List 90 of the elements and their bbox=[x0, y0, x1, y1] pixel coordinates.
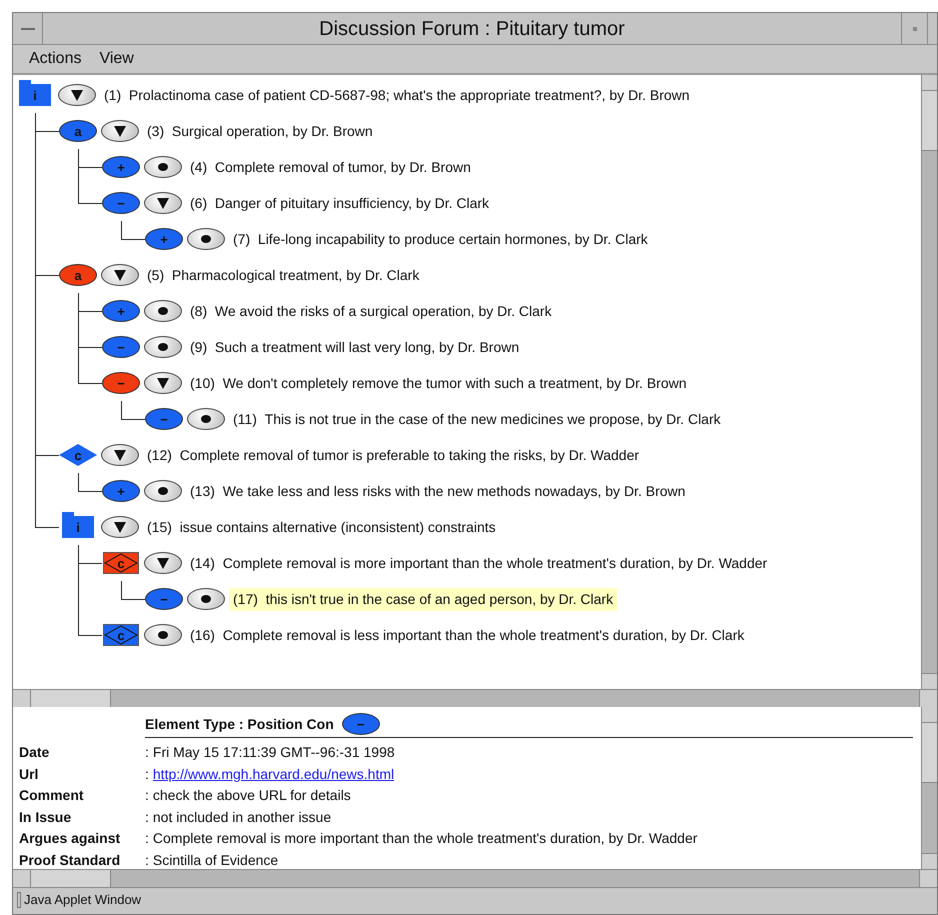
oval-node-icon: + bbox=[102, 300, 140, 322]
oval-node-icon: − bbox=[102, 336, 140, 358]
field-value: Complete removal is more important than the whole treatment's duration, by Dr. Wadder bbox=[152, 829, 698, 848]
element-type-label: Element Type : Position Con bbox=[145, 714, 334, 734]
argument-text[interactable]: (13) We take less and less risks with the new methods nowadays, by Dr. Brown bbox=[186, 480, 690, 502]
constraint-box-icon: c bbox=[103, 624, 139, 646]
field-label: Proof Standard bbox=[19, 850, 122, 869]
horizontal-scrollbar[interactable] bbox=[13, 689, 937, 707]
expand-button[interactable] bbox=[58, 84, 96, 106]
oval-node-icon: − bbox=[145, 588, 183, 610]
field-value: Fri May 15 17:11:39 GMT--96:-31 1998 bbox=[152, 743, 395, 762]
details-button[interactable] bbox=[187, 408, 225, 430]
expand-button[interactable] bbox=[144, 372, 182, 394]
argument-text[interactable]: (17) this isn't true in the case of an aged person, by Dr. Clark bbox=[229, 588, 618, 610]
oval-node-icon: a bbox=[59, 264, 97, 286]
argument-text[interactable]: (5) Pharmacological treatment, by Dr. Clark bbox=[143, 264, 424, 286]
triangle-down-icon bbox=[114, 449, 126, 461]
argument-text[interactable]: (4) Complete removal of tumor, by Dr. Brown bbox=[186, 156, 475, 178]
details-button[interactable] bbox=[187, 228, 225, 250]
dot-icon bbox=[158, 343, 168, 351]
dot-icon bbox=[158, 163, 168, 171]
expand-button[interactable] bbox=[101, 264, 139, 286]
oval-node-icon: + bbox=[102, 156, 140, 178]
expand-button[interactable] bbox=[101, 120, 139, 142]
expand-button[interactable] bbox=[144, 192, 182, 214]
field-separator: : bbox=[145, 850, 149, 869]
vertical-scrollbar[interactable] bbox=[921, 75, 937, 689]
argument-text[interactable]: (15) issue contains alternative (inconsistent) constraints bbox=[143, 516, 500, 538]
field-separator: : bbox=[145, 743, 149, 762]
argument-text[interactable]: (12) Complete removal of tumor is preferable to taking the risks, by Dr. Wadder bbox=[143, 444, 644, 466]
argument-text[interactable]: (11) This is not true in the case of the new medicines we propose, by Dr. Clark bbox=[229, 408, 725, 430]
field-label: In Issue bbox=[19, 808, 72, 826]
argument-text[interactable]: (8) We avoid the risks of a surgical operation, by Dr. Clark bbox=[186, 300, 556, 322]
vertical-scrollbar[interactable] bbox=[921, 707, 937, 869]
oval-node-icon: − bbox=[102, 372, 140, 394]
dot-icon bbox=[201, 415, 211, 423]
window-title: Discussion Forum : Pituitary tumor bbox=[318, 16, 626, 42]
details-button[interactable] bbox=[144, 624, 182, 646]
con-node-icon: − bbox=[342, 713, 380, 735]
field-value: not included in another issue bbox=[152, 808, 332, 826]
constraint-box-icon: c bbox=[103, 552, 139, 574]
argument-text[interactable]: (1) Prolactinoma case of patient CD-5687-98; what's the appropriate treatment?, by Dr. Brown bbox=[100, 84, 694, 106]
field-label: Argues against bbox=[19, 829, 122, 848]
expand-button[interactable] bbox=[144, 552, 182, 574]
argument-text[interactable]: (6) Danger of pituitary insufficiency, by Dr. Clark bbox=[186, 192, 494, 214]
argument-text[interactable]: (3) Surgical operation, by Dr. Brown bbox=[143, 120, 377, 142]
oval-node-icon: a bbox=[59, 120, 97, 142]
field-separator: : bbox=[145, 808, 149, 826]
triangle-down-icon bbox=[71, 89, 83, 101]
argument-text[interactable]: (10) We don't completely remove the tumor with such a treatment, by Dr. Brown bbox=[186, 372, 691, 394]
horizontal-scrollbar[interactable] bbox=[13, 869, 937, 887]
oval-node-icon: − bbox=[102, 192, 140, 214]
field-label: Url bbox=[19, 764, 40, 784]
dot-icon bbox=[201, 595, 211, 603]
details-button[interactable] bbox=[144, 480, 182, 502]
oval-node-icon: − bbox=[145, 408, 183, 430]
field-label: Date bbox=[19, 743, 50, 762]
triangle-down-icon bbox=[157, 197, 169, 209]
triangle-down-icon bbox=[157, 557, 169, 569]
field-value: Scintilla of Evidence bbox=[152, 850, 278, 869]
argument-text[interactable]: (16) Complete removal is less important than the whole treatment's duration, by Dr. Clark bbox=[186, 624, 748, 646]
details-button[interactable] bbox=[144, 156, 182, 178]
details-button[interactable] bbox=[187, 588, 225, 610]
argument-text[interactable]: (7) Life-long incapability to produce certain hormones, by Dr. Clark bbox=[229, 228, 652, 250]
triangle-down-icon bbox=[157, 377, 169, 389]
field-separator: : bbox=[145, 829, 149, 848]
triangle-down-icon bbox=[114, 269, 126, 281]
triangle-down-icon bbox=[114, 125, 126, 137]
details-button[interactable] bbox=[144, 336, 182, 358]
field-separator: : bbox=[145, 786, 149, 805]
expand-button[interactable] bbox=[101, 516, 139, 538]
oval-node-icon: + bbox=[145, 228, 183, 250]
menu-item[interactable]: View bbox=[99, 47, 134, 71]
constraint-diamond-icon: c bbox=[59, 444, 97, 466]
status-bar-text: Java Applet Window bbox=[24, 890, 142, 909]
field-separator: : bbox=[145, 764, 149, 784]
details-button[interactable] bbox=[144, 300, 182, 322]
dot-icon bbox=[158, 307, 168, 315]
expand-button[interactable] bbox=[101, 444, 139, 466]
triangle-down-icon bbox=[114, 521, 126, 533]
oval-node-icon: + bbox=[102, 480, 140, 502]
menu-item[interactable]: Actions bbox=[29, 47, 82, 71]
argument-text[interactable]: (14) Complete removal is more important than the whole treatment's duration, by Dr. Wadder bbox=[186, 552, 772, 574]
field-label: Comment bbox=[19, 786, 85, 805]
url-link[interactable]: http://www.mgh.harvard.edu/news.html bbox=[152, 764, 394, 785]
dot-icon bbox=[201, 235, 211, 243]
dot-icon bbox=[158, 487, 168, 495]
dot-icon bbox=[158, 631, 168, 639]
field-value: check the above URL for details bbox=[152, 786, 351, 805]
argument-text[interactable]: (9) Such a treatment will last very long, by Dr. Brown bbox=[186, 336, 524, 358]
